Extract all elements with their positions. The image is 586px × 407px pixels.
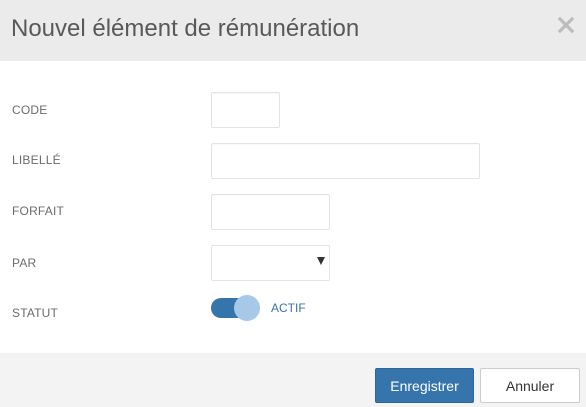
par-select[interactable]: [211, 245, 330, 281]
modal-dialog: Nouvel élément de rémunération CODE LIBE…: [0, 0, 586, 407]
close-icon: [557, 16, 575, 34]
statut-toggle-label: ACTIF: [271, 301, 306, 315]
statut-label: STATUT: [12, 306, 59, 320]
forfait-input[interactable]: [211, 194, 330, 230]
code-label: CODE: [12, 103, 48, 117]
dialog-title: Nouvel élément de rémunération: [11, 15, 360, 42]
libelle-label: LIBELLÉ: [12, 153, 61, 167]
close-button[interactable]: [555, 14, 577, 36]
statut-toggle[interactable]: [211, 295, 263, 321]
modal-footer: Enregistrer Annuler: [0, 353, 586, 407]
save-button[interactable]: Enregistrer: [375, 368, 474, 403]
code-input[interactable]: [211, 92, 280, 128]
forfait-label: FORFAIT: [12, 204, 65, 218]
libelle-input[interactable]: [211, 143, 480, 179]
modal-header: Nouvel élément de rémunération: [0, 0, 586, 61]
toggle-knob: [234, 295, 260, 321]
par-label: PAR: [12, 256, 37, 270]
caret-down-icon: [317, 257, 325, 265]
cancel-button[interactable]: Annuler: [480, 368, 580, 403]
